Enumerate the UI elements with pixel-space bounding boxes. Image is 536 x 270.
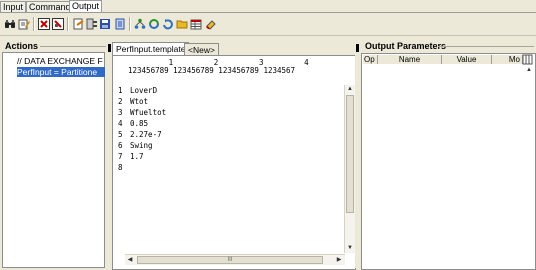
column-header-value[interactable]: Value	[442, 55, 492, 64]
new-doc-icon[interactable]	[72, 18, 84, 30]
column-chooser-icon[interactable]	[522, 54, 533, 65]
reload-icon[interactable]	[162, 18, 174, 30]
output-parameters-table: Op Name Value Mo ▲	[361, 53, 536, 270]
stop-icon-2[interactable]	[52, 18, 64, 30]
output-panel-title: Output Parameters	[365, 41, 447, 51]
toolbar-separator	[33, 17, 35, 31]
editor-vertical-scrollbar[interactable]: ▲ ▼	[344, 85, 355, 253]
scroll-up-arrow-icon[interactable]: ▲	[346, 85, 354, 93]
stop-icon[interactable]	[38, 18, 50, 30]
scroll-right-arrow-icon[interactable]: ▶	[335, 256, 343, 264]
template-editor[interactable]: 1 2 3 4 123456789 123456789 123456789 12…	[112, 55, 356, 270]
actions-panel-title: Actions	[5, 41, 39, 51]
scroll-down-arrow-icon[interactable]: ▼	[346, 244, 354, 252]
tree-icon[interactable]	[134, 18, 146, 30]
column-header-op[interactable]: Op	[363, 55, 378, 64]
refresh-icon[interactable]	[148, 18, 160, 30]
table-icon[interactable]	[190, 18, 202, 30]
splitter-grip	[356, 44, 359, 52]
edit-icon[interactable]	[18, 18, 30, 30]
actions-title-rule	[40, 46, 106, 47]
splitter-grip	[108, 44, 111, 52]
copy-icon[interactable]	[114, 18, 126, 30]
right-splitter[interactable]	[355, 40, 360, 268]
binoculars-icon[interactable]	[4, 18, 16, 30]
editor-tab-bar: PerfInput.template <New>	[112, 42, 354, 56]
column-header-name[interactable]: Name	[378, 55, 442, 64]
align-icon[interactable]	[86, 18, 98, 30]
vertical-scroll-thumb[interactable]	[346, 95, 354, 213]
editor-horizontal-scrollbar[interactable]: ◀ III ▶	[125, 254, 345, 265]
code-area[interactable]: 1 LoverD 2 Wtot 3 Wfueltot 4 0.85 5 2.27e-7 6…	[113, 82, 343, 252]
editor-tab-perfinput[interactable]: PerfInput.template	[112, 42, 190, 56]
folder-icon[interactable]	[176, 18, 188, 30]
toolbar-separator	[129, 17, 131, 31]
save-icon[interactable]	[99, 18, 111, 30]
actions-panel: // DATA EXCHANGE F PerfInput = Partition…	[2, 52, 105, 268]
output-title-rule	[438, 46, 534, 47]
list-item[interactable]: PerfInput = Partitione	[17, 67, 105, 77]
column-header-mo[interactable]: Mo	[492, 55, 523, 64]
horizontal-scroll-thumb[interactable]: III	[137, 256, 323, 264]
scroll-left-arrow-icon[interactable]: ◀	[126, 256, 134, 264]
list-item[interactable]: // DATA EXCHANGE F	[17, 56, 105, 66]
toolbar-separator	[67, 17, 69, 31]
clear-icon[interactable]	[205, 18, 217, 30]
toolbar	[0, 13, 536, 36]
scroll-up-arrow-icon[interactable]: ▲	[525, 66, 533, 74]
ruler-bottom: 123456789 123456789 123456789 1234567	[128, 66, 296, 75]
